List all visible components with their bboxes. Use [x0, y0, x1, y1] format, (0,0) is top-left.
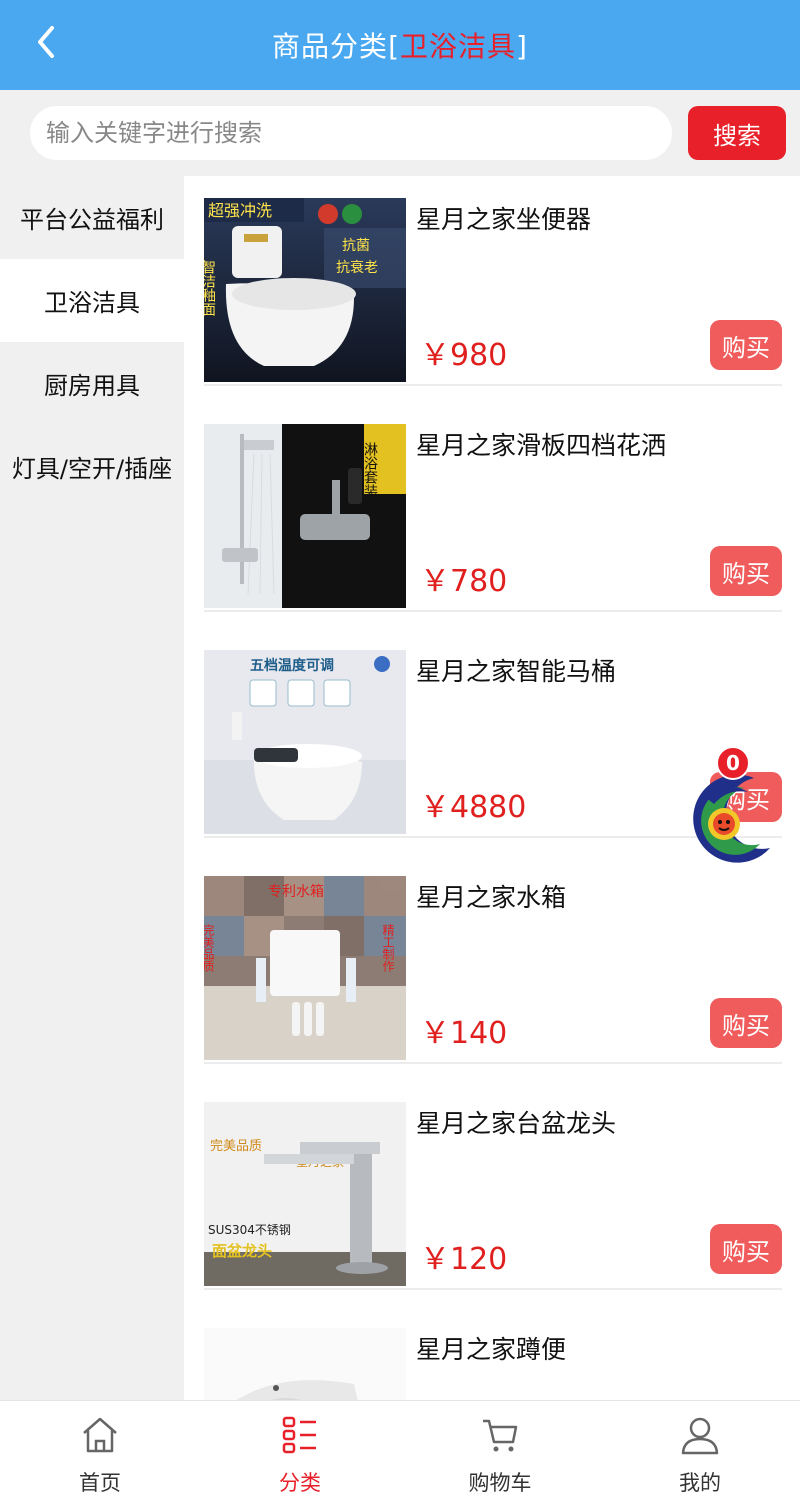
- product-name: 星月之家水箱: [416, 883, 567, 912]
- product-name: 星月之家蹲便: [416, 1335, 567, 1364]
- image-caption: 完美品质: [210, 1139, 262, 1154]
- title-bracket-close: ]: [516, 30, 528, 63]
- product-image[interactable]: 完美品质 星月之家 SUS304不锈钢 面盆龙头: [204, 1102, 406, 1286]
- product-item[interactable]: 完美品质 星月之家 SUS304不锈钢 面盆龙头 星月之家台盆龙头 ￥120 购…: [204, 1080, 782, 1290]
- product-name: 星月之家台盆龙头: [416, 1109, 617, 1138]
- category-icon: [282, 1416, 316, 1454]
- image-caption: 智洁釉面: [204, 260, 216, 316]
- product-price: ￥980: [420, 338, 508, 373]
- tab-label: 分类: [279, 1471, 321, 1495]
- product-price: ￥140: [420, 1016, 508, 1051]
- category-sidebar: 平台公益福利 卫浴洁具 厨房用具 灯具/空开/插座: [0, 176, 184, 1400]
- image-caption: 淋浴套装: [362, 442, 378, 498]
- tab-profile[interactable]: 我的: [600, 1401, 800, 1505]
- title-bracket-open: [: [388, 30, 400, 63]
- title-prefix: 商品分类: [272, 30, 389, 63]
- image-caption: SUS304不锈钢: [208, 1223, 291, 1237]
- back-button[interactable]: [28, 22, 68, 62]
- product-item[interactable]: 专利水箱 完美品质 精工制作 星月之家水箱 ￥140 购买: [204, 854, 782, 1064]
- search-button[interactable]: 搜索: [688, 106, 786, 160]
- product-image[interactable]: 专利水箱 完美品质 精工制作: [204, 876, 406, 1060]
- buy-button[interactable]: 购买: [710, 998, 782, 1048]
- product-item[interactable]: 淋浴套装 星月之家滑板四档花洒 ￥780 购买: [204, 402, 782, 612]
- product-price: ￥780: [420, 564, 508, 599]
- buy-button[interactable]: 购买: [710, 1224, 782, 1274]
- sidebar-item-welfare[interactable]: 平台公益福利: [0, 176, 184, 259]
- tab-home[interactable]: 首页: [0, 1401, 200, 1505]
- product-name: 星月之家滑板四档花洒: [416, 431, 667, 460]
- cart-count-badge: 0: [716, 746, 750, 780]
- product-image[interactable]: 淋浴套装: [204, 424, 406, 608]
- product-item[interactable]: 超强冲洗 抗菌 抗衰老 智洁釉面 星月之家坐便器 ￥980 购买: [204, 176, 782, 386]
- image-caption: 专利水箱: [268, 884, 324, 900]
- tab-label: 我的: [679, 1471, 721, 1495]
- sidebar-item-bathroom[interactable]: 卫浴洁具: [0, 259, 184, 342]
- buy-button[interactable]: 购买: [710, 546, 782, 596]
- product-price: ￥120: [420, 1242, 508, 1277]
- search-input[interactable]: [30, 106, 672, 160]
- image-caption: 抗衰老: [336, 259, 378, 276]
- image-caption: 面盆龙头: [212, 1242, 272, 1260]
- image-caption: 抗菌: [342, 238, 370, 254]
- chevron-left-icon: [38, 26, 54, 58]
- sidebar-item-lighting[interactable]: 灯具/空开/插座: [0, 425, 184, 508]
- tab-category[interactable]: 分类: [200, 1401, 400, 1505]
- cart-icon: [483, 1419, 518, 1452]
- user-icon: [681, 1417, 719, 1455]
- tab-cart[interactable]: 购物车: [400, 1401, 600, 1505]
- search-bar: 搜索: [0, 90, 800, 176]
- product-name: 星月之家智能马桶: [416, 657, 617, 686]
- home-icon: [83, 1417, 117, 1453]
- image-caption: 五档温度可调: [250, 657, 334, 674]
- sidebar-item-kitchen[interactable]: 厨房用具: [0, 342, 184, 425]
- product-price: ￥4880: [420, 790, 527, 825]
- product-name: 星月之家坐便器: [416, 205, 592, 234]
- tab-label: 购物车: [468, 1471, 532, 1495]
- header-bar: 商品分类[卫浴洁具]: [0, 0, 800, 90]
- image-caption: 精工制作: [381, 924, 395, 972]
- title-current-category: 卫浴洁具: [400, 30, 517, 63]
- product-image[interactable]: 超强冲洗 抗菌 抗衰老 智洁釉面: [204, 198, 406, 382]
- tab-label: 首页: [79, 1471, 121, 1495]
- page-title: 商品分类[卫浴洁具]: [272, 25, 528, 65]
- buy-button[interactable]: 购买: [710, 320, 782, 370]
- product-image[interactable]: [204, 1328, 406, 1400]
- bottom-tab-bar: 首页 分类 购物车 我的: [0, 1400, 800, 1504]
- product-image[interactable]: 五档温度可调: [204, 650, 406, 834]
- image-caption: 超强冲洗: [208, 201, 272, 220]
- image-caption: 完美品质: [204, 923, 215, 972]
- product-item[interactable]: 星月之家蹲便: [204, 1306, 782, 1400]
